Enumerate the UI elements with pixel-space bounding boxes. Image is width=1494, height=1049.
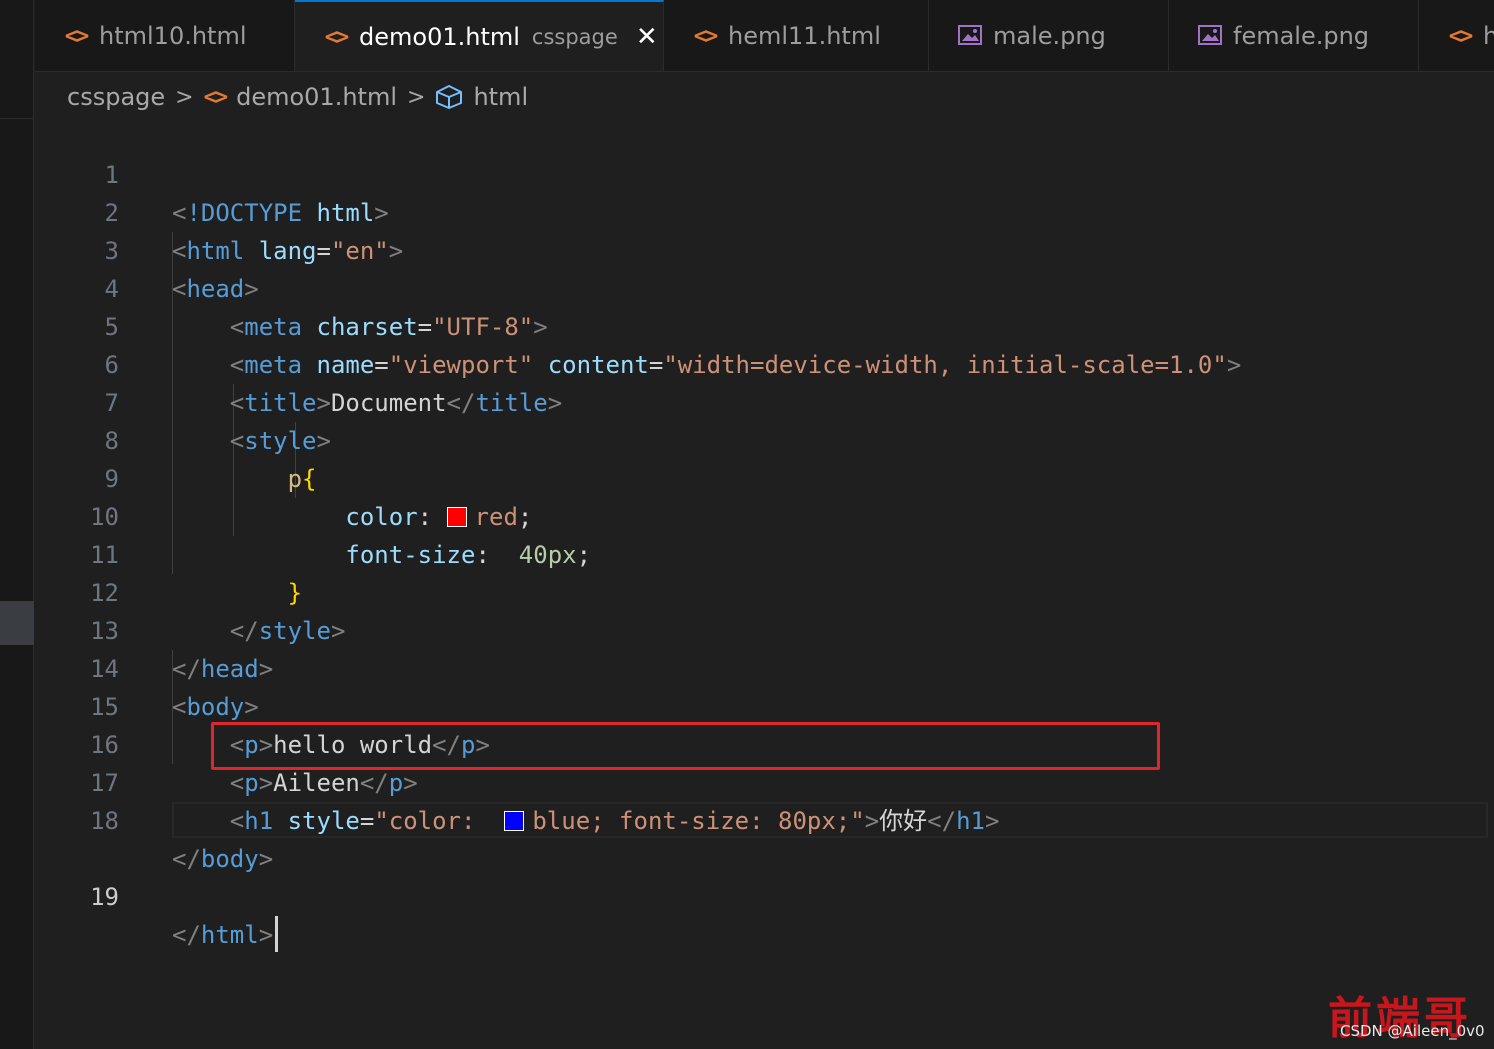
activity-bar-divider	[0, 118, 34, 119]
watermark-text: CSDN @Aileen_0v0	[1340, 1022, 1485, 1040]
html-file-icon: <>	[693, 23, 718, 49]
tab-male-png[interactable]: male.png	[929, 0, 1169, 71]
breadcrumb-file[interactable]: demo01.html	[236, 83, 397, 111]
breadcrumb-folder[interactable]: csspage	[67, 83, 165, 111]
breadcrumb: csspage > <> demo01.html > html	[67, 78, 528, 116]
html-file-icon: <>	[324, 24, 349, 50]
code-line: 18 </body>	[35, 764, 1494, 873]
code-line: 14 <body>	[35, 612, 1494, 721]
chevron-right-icon: >	[175, 84, 194, 110]
code-line: 6 <title>Document</title>	[35, 308, 1494, 417]
tab-heml11[interactable]: <> heml11.html	[664, 0, 929, 71]
tab-overflow[interactable]: <> h	[1419, 0, 1494, 71]
tab-label: demo01.html	[359, 23, 520, 51]
line-number: 19	[90, 883, 119, 911]
code-line: 10 font-size: 40px;	[35, 460, 1494, 569]
activity-bar-active-item[interactable]	[0, 601, 34, 645]
code-line: 9 color: red;	[35, 422, 1494, 531]
tab-description: csspage	[531, 25, 618, 49]
code-line: 4 <meta charset="UTF-8">	[35, 232, 1494, 341]
chevron-right-icon: >	[407, 84, 426, 110]
tab-label: html10.html	[99, 22, 247, 50]
close-icon[interactable]: ✕	[634, 22, 660, 52]
breadcrumb-symbol[interactable]: html	[473, 83, 528, 111]
html-file-icon: <>	[203, 84, 228, 110]
text-cursor	[275, 916, 279, 952]
tab-female-png[interactable]: female.png	[1169, 0, 1419, 71]
code-line: 11 }	[35, 498, 1494, 607]
code-line: 16 <p>Aileen</p>	[35, 688, 1494, 797]
code-line: 15 <p>hello world</p>	[35, 650, 1494, 759]
code-editor[interactable]: 1 <!DOCTYPE html> 2 <html lang="en"> 3 <…	[35, 118, 1494, 1049]
activity-bar	[0, 0, 34, 1049]
code-line: 1 <!DOCTYPE html>	[35, 118, 1494, 227]
code-line: 17 <h1 style="color: blue; font-size: 80…	[35, 726, 1494, 835]
code-line: 2 <html lang="en">	[35, 156, 1494, 265]
tab-demo01[interactable]: <> demo01.html csspage ✕	[295, 0, 664, 71]
editor-tab-bar: <> html10.html <> demo01.html csspage ✕ …	[35, 0, 1494, 72]
html-file-icon: <>	[1448, 23, 1473, 49]
image-file-icon	[1197, 25, 1223, 47]
code-line-current: 19 </html>	[35, 802, 1494, 952]
tab-label: female.png	[1233, 22, 1370, 50]
image-file-icon	[957, 25, 983, 47]
code-line: 12 </style>	[35, 536, 1494, 645]
tab-label: h	[1483, 22, 1494, 50]
code-line: 5 <meta name="viewport" content="width=d…	[35, 270, 1494, 379]
tab-html10[interactable]: <> html10.html	[35, 0, 295, 71]
cube-icon	[435, 84, 463, 110]
code-line: 7 <style>	[35, 346, 1494, 455]
tab-label: heml11.html	[728, 22, 881, 50]
code-line: 8 p{	[35, 384, 1494, 493]
code-line: 13 </head>	[35, 574, 1494, 683]
html-file-icon: <>	[64, 23, 89, 49]
code-line: 3 <head>	[35, 194, 1494, 303]
tab-label: male.png	[993, 22, 1106, 50]
current-line-highlight	[172, 802, 1488, 838]
